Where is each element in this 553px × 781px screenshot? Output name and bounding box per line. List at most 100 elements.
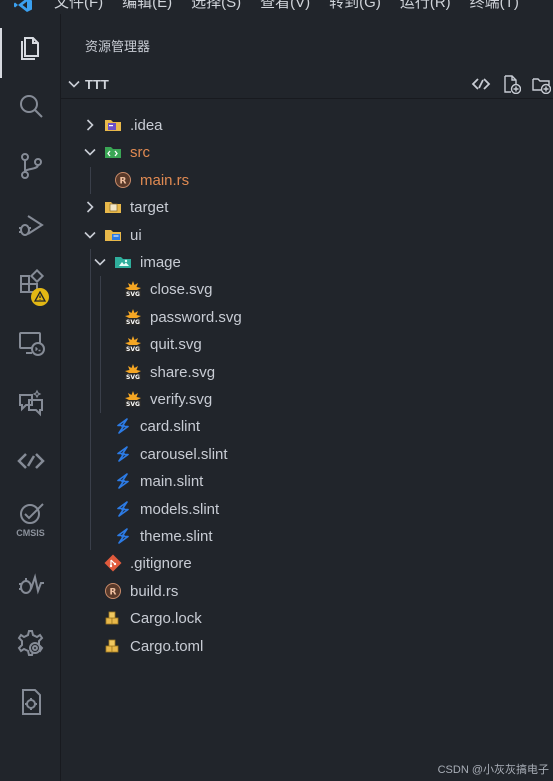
new-file-button[interactable]	[501, 73, 521, 95]
settings-bug-icon	[16, 628, 46, 663]
extensions-button[interactable]	[0, 261, 61, 311]
warning-badge-icon	[31, 288, 49, 306]
tree-item-label: card.slint	[140, 418, 201, 436]
tree-item-label: src	[130, 144, 150, 162]
tree-file-row[interactable]: models.slint	[61, 496, 553, 523]
cmsis-label: CMSIS	[16, 528, 45, 538]
tree-file-row[interactable]: Rmain.rs	[61, 167, 553, 194]
chevron-right-icon[interactable]	[83, 118, 97, 132]
svg-text:SVG: SVG	[126, 373, 140, 380]
tree-item-label: models.slint	[140, 500, 220, 518]
tree-folder-row[interactable]: .idea	[61, 112, 553, 139]
indent-guide	[90, 166, 91, 195]
target-folder-icon	[104, 198, 122, 216]
debug-trace-button[interactable]	[0, 561, 61, 611]
explorer-button[interactable]	[0, 24, 61, 78]
chevron-down-icon[interactable]	[93, 255, 107, 269]
tree-item-label: close.svg	[150, 281, 213, 299]
svg-text:R: R	[110, 587, 117, 597]
rust-file-icon: R	[104, 582, 122, 600]
code-link-action-button[interactable]	[471, 73, 491, 95]
tree-file-row[interactable]: .gitignore	[61, 550, 553, 577]
tree-item-label: target	[130, 199, 169, 217]
new-file-icon	[504, 75, 521, 94]
tree-file-row[interactable]: card.slint	[61, 413, 553, 440]
run-debug-button[interactable]	[0, 202, 61, 252]
menu-item[interactable]: 文件(F)	[54, 0, 103, 12]
svg-file-icon: SVG	[124, 308, 142, 326]
activity-bar: CMSIS	[0, 14, 61, 781]
workspace-section-header[interactable]: TTT	[61, 70, 553, 98]
remote-explorer-icon	[16, 328, 46, 363]
device-manager-button[interactable]	[0, 679, 61, 729]
slint-file-icon	[114, 500, 132, 518]
vscode-logo-icon	[12, 0, 34, 14]
svg-file-icon: SVG	[124, 335, 142, 353]
panel-title: 资源管理器	[85, 39, 151, 54]
cargo-file-icon	[104, 609, 122, 627]
slint-file-icon	[114, 445, 132, 463]
tree-folder-row[interactable]: src	[61, 139, 553, 166]
git-file-icon	[104, 554, 122, 572]
cargo-file-icon	[104, 637, 122, 655]
tree-folder-row[interactable]: target	[61, 194, 553, 221]
tree-file-row[interactable]: Cargo.toml	[61, 633, 553, 660]
tree-item-label: .gitignore	[130, 555, 192, 573]
menu-item[interactable]: 终端(T)	[470, 0, 519, 12]
settings-bug-button[interactable]	[0, 620, 61, 670]
svg-text:SVG: SVG	[126, 319, 140, 326]
tree-item-label: theme.slint	[140, 528, 213, 545]
tree-file-row[interactable]: SVG quit.svg	[61, 331, 553, 358]
src-folder-icon	[104, 143, 122, 161]
source-control-button[interactable]	[0, 143, 61, 193]
new-folder-button[interactable]	[531, 73, 551, 95]
tree-folder-row[interactable]: image	[61, 249, 553, 276]
svg-text:SVG: SVG	[126, 401, 140, 408]
section-divider	[61, 98, 553, 99]
tree-file-row[interactable]: Rbuild.rs	[61, 578, 553, 605]
device-manager-icon	[16, 687, 46, 722]
remote-explorer-button[interactable]	[0, 320, 61, 370]
tree-file-row[interactable]: SVG close.svg	[61, 276, 553, 303]
search-button[interactable]	[0, 84, 61, 134]
menu-item[interactable]: 查看(V)	[260, 0, 310, 12]
tree-item-label: Cargo.toml	[130, 637, 204, 655]
explorer-icon	[16, 32, 46, 67]
tree-item-label: ui	[130, 226, 142, 244]
rust-file-icon: R	[114, 171, 132, 189]
tree-item-label: password.svg	[150, 308, 242, 326]
tree-item-label: build.rs	[130, 582, 179, 600]
idea-folder-icon	[104, 116, 122, 134]
menu-item[interactable]: 编辑(E)	[122, 0, 172, 12]
watermark: CSDN @小灰灰搞电子	[437, 764, 549, 776]
menu-item[interactable]: 运行(R)	[400, 0, 451, 12]
chat-button[interactable]	[0, 379, 61, 429]
tree-item-label: share.svg	[150, 363, 216, 381]
code-link-button[interactable]	[0, 438, 61, 488]
indent-guide	[90, 249, 91, 551]
tree-item-label: main.rs	[140, 171, 190, 189]
tree-file-row[interactable]: carousel.slint	[61, 441, 553, 468]
chevron-right-icon[interactable]	[83, 200, 97, 214]
tree-item-label: verify.svg	[150, 391, 213, 408]
tree-file-row[interactable]: Cargo.lock	[61, 605, 553, 632]
tree-file-row[interactable]: SVG share.svg	[61, 359, 553, 386]
chat-icon	[16, 387, 46, 422]
svg-file-icon: SVG	[124, 363, 142, 381]
svg-file-icon: SVG	[124, 280, 142, 298]
tree-item-label: carousel.slint	[140, 445, 228, 463]
tree-folder-row[interactable]: ui	[61, 222, 553, 249]
tree-file-row[interactable]: SVG password.svg	[61, 304, 553, 331]
tree-file-row[interactable]: main.slint	[61, 468, 553, 495]
tree-file-row[interactable]: theme.slint	[61, 523, 553, 550]
cmsis-button[interactable]: CMSIS	[0, 492, 61, 542]
image-folder-icon	[114, 253, 132, 271]
svg-text:R: R	[120, 176, 127, 186]
tree-item-label: .idea	[130, 117, 163, 134]
chevron-down-icon[interactable]	[83, 145, 97, 159]
slint-file-icon	[114, 527, 132, 545]
menu-item[interactable]: 转到(G)	[329, 0, 381, 12]
tree-file-row[interactable]: SVG verify.svg	[61, 386, 553, 413]
menu-item[interactable]: 选择(S)	[191, 0, 241, 12]
chevron-down-icon[interactable]	[83, 228, 97, 242]
